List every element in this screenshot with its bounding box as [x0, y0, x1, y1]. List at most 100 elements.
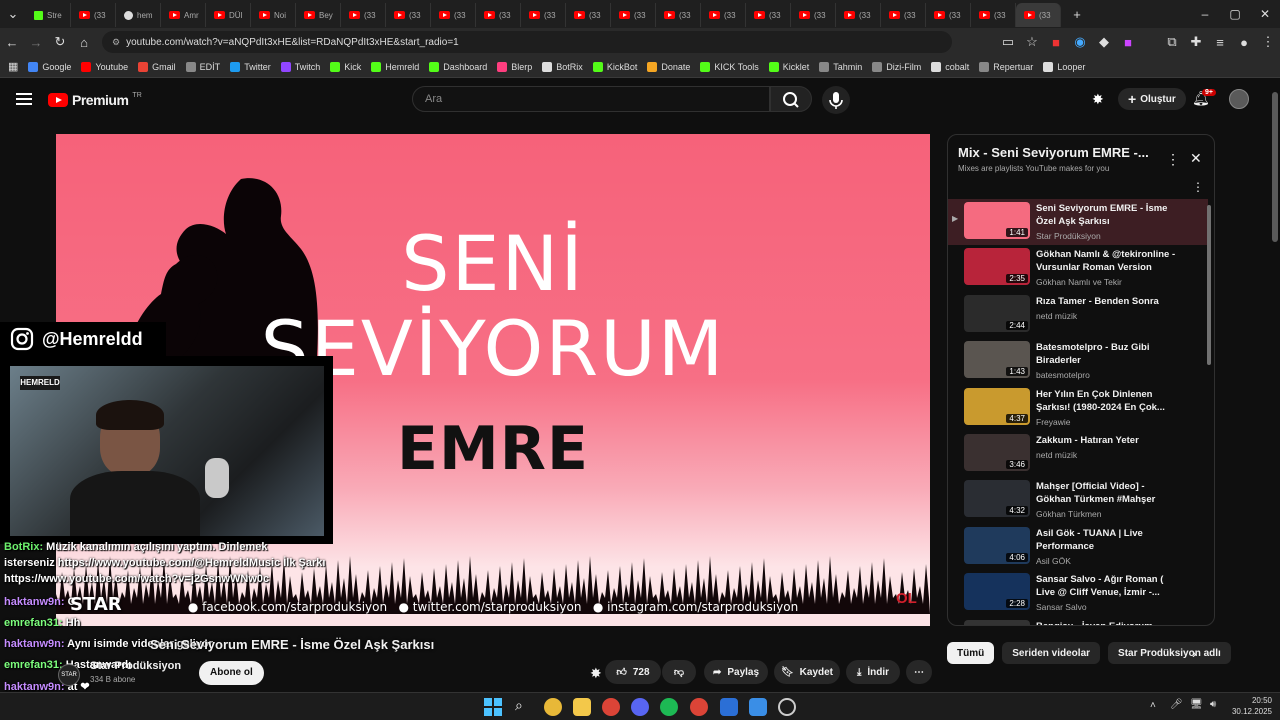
bookmark-item[interactable]: Twitter: [230, 61, 271, 72]
file-explorer-icon[interactable]: [573, 698, 591, 716]
create-button[interactable]: + Oluştur: [1118, 88, 1186, 110]
account-avatar[interactable]: [1229, 89, 1249, 109]
browser-tab[interactable]: (33: [71, 3, 116, 27]
bookmark-item[interactable]: EDİT: [185, 61, 220, 72]
playlist-item[interactable]: 2:35 Gökhan Namlı & @tekironline - Vursun…: [948, 248, 1208, 292]
extension-icon[interactable]: ◆: [1092, 34, 1116, 50]
filter-chip[interactable]: Seriden videolar: [1002, 642, 1101, 664]
app-icon[interactable]: [749, 698, 767, 716]
url-field[interactable]: ⚙ youtube.com/watch?v=aNQPdIt3xHE&list=R…: [102, 31, 952, 53]
playlist-item[interactable]: 2:44 Rıza Tamer - Benden Sonra netd müzik: [948, 294, 1208, 339]
search-input[interactable]: Ara: [412, 86, 770, 112]
browser-tab[interactable]: (33: [1016, 3, 1061, 27]
forward-icon[interactable]: →: [24, 35, 48, 50]
obs-icon[interactable]: [778, 698, 796, 716]
playlist-item[interactable]: 4:32 Mahşer [Official Video] - Gökhan Tür…: [948, 480, 1208, 524]
browser-tab[interactable]: (33: [926, 3, 971, 27]
browser-tab[interactable]: (33: [431, 3, 476, 27]
bookmark-item[interactable]: Repertuar: [979, 61, 1033, 72]
filter-chip[interactable]: Star Prodüksiyon adlı: [1108, 642, 1231, 664]
browser-menu-icon[interactable]: ⋮: [1256, 34, 1280, 50]
playlist-item[interactable]: 4:06 Asil Gök - TUANA | Live Performance A…: [948, 526, 1208, 571]
tray-volume-icon[interactable]: 🔊︎: [1210, 699, 1216, 710]
cast-share-icon[interactable]: ✸: [1092, 91, 1104, 108]
spotify-icon[interactable]: [660, 698, 678, 716]
windows-start-icon[interactable]: [484, 698, 502, 716]
browser-tab[interactable]: (33: [746, 3, 791, 27]
bookmark-star-icon[interactable]: ☆: [1020, 34, 1044, 50]
share-button[interactable]: ➦ Paylaş: [704, 660, 768, 684]
browser-tab[interactable]: (33: [836, 3, 881, 27]
bookmark-item[interactable]: Donate: [647, 61, 690, 72]
browser-tab[interactable]: (33: [521, 3, 566, 27]
browser-tab[interactable]: Bey: [296, 3, 341, 27]
discord-icon[interactable]: [631, 698, 649, 716]
bookmark-item[interactable]: Tahmin: [819, 61, 862, 72]
tab-list-button[interactable]: ⌄: [0, 6, 26, 22]
channel-avatar[interactable]: STAR: [58, 664, 80, 686]
page-scrollbar[interactable]: [1272, 92, 1278, 242]
browser-tab[interactable]: (33: [611, 3, 656, 27]
search-button[interactable]: [770, 86, 812, 112]
browser-tab[interactable]: (33: [341, 3, 386, 27]
playlist-item[interactable]: ▶ 1:41 Seni Seviyorum EMRE - İsme Özel Aşk…: [948, 199, 1208, 245]
bookmark-item[interactable]: KICK Tools: [700, 61, 759, 72]
chrome-icon[interactable]: [690, 698, 708, 716]
bookmark-item[interactable]: Youtube: [81, 61, 128, 72]
new-tab-button[interactable]: +: [1065, 7, 1089, 22]
reading-list-icon[interactable]: ≡: [1208, 35, 1232, 50]
bookmark-item[interactable]: Looper: [1043, 61, 1085, 72]
dislike-button[interactable]: 👎︎: [662, 660, 696, 684]
tray-overflow-icon[interactable]: ˄: [1150, 700, 1156, 711]
bookmark-item[interactable]: Twitch: [280, 61, 320, 72]
browser-tab[interactable]: (33: [566, 3, 611, 27]
extensions-puzzle-icon[interactable]: ⧉: [1160, 34, 1184, 50]
browser-tab[interactable]: (33: [656, 3, 701, 27]
reload-icon[interactable]: ↻: [48, 34, 72, 50]
filter-chip[interactable]: Tümü: [947, 642, 995, 664]
playlist-close-icon[interactable]: ✕: [1190, 150, 1202, 167]
browser-tab[interactable]: DÜI: [206, 3, 251, 27]
bookmark-item[interactable]: Dizi-Film: [872, 61, 921, 72]
playlist-item[interactable]: 2:28 Sansar Salvo - Ağır Roman ( Live @ C…: [948, 573, 1208, 617]
browser-tab[interactable]: Stre: [26, 3, 71, 27]
back-icon[interactable]: ←: [0, 35, 24, 50]
extension-icon[interactable]: ◉: [1068, 34, 1092, 50]
browser-tab[interactable]: (33: [881, 3, 926, 27]
download-button[interactable]: ⤓ İndir: [846, 660, 900, 684]
tray-mic-icon[interactable]: 🎤︎: [1170, 699, 1183, 710]
playlist-item[interactable]: Bengisu - İsyan Ediyorum: [948, 619, 1208, 625]
playlist-options-icon[interactable]: ⋮: [1192, 180, 1204, 194]
apps-grid-icon[interactable]: ▦: [8, 60, 18, 73]
close-window-button[interactable]: ✕: [1250, 7, 1280, 21]
browser-tab[interactable]: hem: [116, 3, 161, 27]
chrome-icon[interactable]: [602, 698, 620, 716]
tray-network-icon[interactable]: 🖥︎: [1190, 699, 1203, 710]
cast-icon[interactable]: ▭: [996, 34, 1020, 50]
browser-tab[interactable]: Noi: [251, 3, 296, 27]
bookmark-item[interactable]: Hemreld: [371, 61, 419, 72]
browser-tab[interactable]: (33: [386, 3, 431, 27]
bookmark-item[interactable]: Blerp: [497, 61, 532, 72]
channel-name[interactable]: Star Prodüksiyon: [90, 660, 181, 672]
subscribe-button[interactable]: Abone ol: [199, 661, 264, 685]
extension-icon[interactable]: ■: [1116, 35, 1140, 50]
playlist-scrollbar[interactable]: [1207, 205, 1211, 365]
like-sparkle-icon[interactable]: ✸: [590, 665, 602, 682]
extension-icon[interactable]: ■: [1044, 35, 1068, 50]
save-button[interactable]: 🔖︎ Kaydet: [774, 660, 840, 684]
playlist-item[interactable]: 4:37 Her Yılın En Çok Dinlenen Şarkısı! (…: [948, 387, 1208, 432]
bookmark-item[interactable]: cobalt: [931, 61, 969, 72]
browser-tab[interactable]: (33: [476, 3, 521, 27]
bookmark-item[interactable]: Google: [28, 61, 71, 72]
playlist-item[interactable]: 3:46 Zakkum - Hatıran Yeter netd müzik: [948, 434, 1208, 478]
like-button[interactable]: 👍︎ 728: [605, 660, 661, 684]
chrome-icon[interactable]: [544, 698, 562, 716]
maximize-button[interactable]: ▢: [1220, 7, 1250, 21]
home-icon[interactable]: ⌂: [72, 35, 96, 50]
browser-tab[interactable]: (33: [791, 3, 836, 27]
bookmark-item[interactable]: KickBot: [592, 61, 637, 72]
playlist-item[interactable]: 1:43 Batesmotelpro - Buz Gibi Biraderler b…: [948, 341, 1208, 385]
browser-tab[interactable]: (33: [971, 3, 1016, 27]
bookmark-item[interactable]: Gmail: [138, 61, 176, 72]
